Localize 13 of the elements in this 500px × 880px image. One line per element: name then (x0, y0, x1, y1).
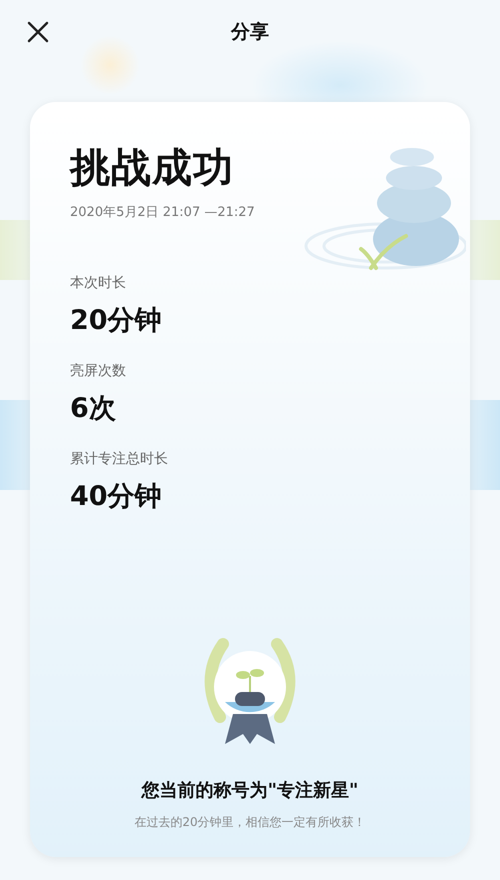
stat-label: 亮屏次数 (70, 362, 127, 380)
close-button[interactable] (26, 20, 50, 44)
result-title: 挑战成功 (70, 144, 235, 193)
stat-value: 6次 (70, 392, 117, 426)
session-date: 2020年5月2日 21:07 —21:27 (70, 204, 255, 221)
stat-value: 40分钟 (70, 480, 163, 514)
page-title: 分享 (231, 20, 269, 45)
close-icon (27, 21, 49, 43)
rank-title: 您当前的称号为"专注新星" (142, 779, 358, 802)
rank-note: 在过去的20分钟里，相信您一定有所收获！ (134, 814, 366, 831)
stat-label: 累计专注总时长 (70, 450, 169, 468)
stat-value: 20分钟 (70, 304, 163, 338)
stat-label: 本次时长 (70, 274, 127, 292)
